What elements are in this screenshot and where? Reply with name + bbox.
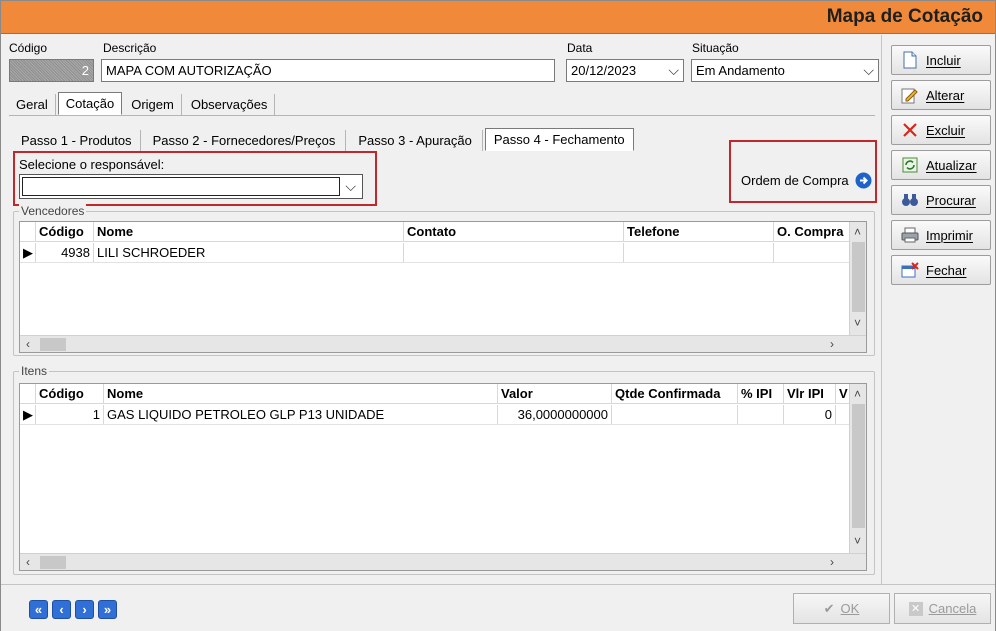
prev-record-button[interactable]: ‹ [52,600,71,619]
sidebar-divider [881,35,882,584]
delete-x-icon [900,121,920,139]
col-codigo[interactable]: Código [36,384,104,403]
chevron-up-icon[interactable]: ˄ [854,225,861,239]
chevron-right-icon: › [82,602,87,617]
next-record-button[interactable]: › [75,600,94,619]
situacao-select[interactable]: Em Andamento ⌵ [691,59,879,82]
descricao-label: Descrição [103,41,157,55]
responsavel-select[interactable]: ⌵ [19,174,363,199]
printer-icon [900,226,920,244]
refresh-icon [900,156,920,174]
table-row[interactable]: ▶ 4938 LILI SCHROEDER [20,243,850,263]
responsavel-label: Selecione o responsável: [19,157,165,172]
tab-passo-3[interactable]: Passo 3 - Apuração [348,130,483,151]
chevron-down-icon: ⌵ [668,62,679,78]
ordem-compra-button[interactable]: Ordem de Compra [741,172,872,189]
vencedores-hscroll[interactable]: ‹ › [20,335,866,352]
check-icon: ✔ [823,600,835,616]
col-vlr-ipi[interactable]: Vlr IPI [784,384,836,403]
step-tabs: Passo 1 - Produtos Passo 2 - Fornecedore… [13,128,636,151]
alterar-button[interactable]: Alterar [891,80,991,110]
data-label: Data [567,41,593,55]
tab-passo-1[interactable]: Passo 1 - Produtos [13,130,141,151]
chevron-down-icon[interactable]: ˅ [854,316,861,330]
chevron-right-icon[interactable]: › [830,555,834,569]
col-nome[interactable]: Nome [94,222,404,241]
row-indicator-icon: ▶ [20,405,36,424]
data-field[interactable]: 20/12/2023 ⌵ [566,59,684,82]
window-title: Mapa de Cotação [826,6,983,27]
responsavel-focus-box [22,177,340,196]
chevron-down-icon: ⌵ [345,178,356,194]
itens-vscroll[interactable]: ˄ ˅ [849,384,866,553]
new-document-icon [900,51,920,69]
situacao-label: Situação [692,41,739,55]
double-chevron-right-icon: » [103,602,112,617]
title-bar: Mapa de Cotação [1,1,995,34]
first-record-button[interactable]: « [29,600,48,619]
vencedores-header: Código Nome Contato Telefone O. Compra [20,222,850,242]
tab-passo-2[interactable]: Passo 2 - Fornecedores/Preços [143,130,347,151]
mapa-cotacao-window: Mapa de Cotação Código 2 Descrição MAPA … [0,0,996,631]
ok-button[interactable]: ✔ OK [793,593,890,624]
col-qtde[interactable]: Qtde Confirmada [612,384,738,403]
cancel-icon: ✕ [908,601,923,616]
cancela-button[interactable]: ✕ Cancela [894,593,991,624]
incluir-button[interactable]: Incluir [891,45,991,75]
col-telefone[interactable]: Telefone [624,222,774,241]
fechar-button[interactable]: Fechar [891,255,991,285]
main-tabs: Geral Cotação Origem Observações [9,92,277,115]
tab-geral[interactable]: Geral [9,94,56,115]
chevron-down-icon: ⌵ [863,62,874,78]
codigo-field[interactable]: 2 [9,59,94,82]
vencedores-vscroll[interactable]: ˄ ˅ [849,222,866,335]
itens-title: Itens [19,364,50,378]
vencedores-title: Vencedores [19,204,87,218]
chevron-left-icon[interactable]: ‹ [26,555,30,569]
codigo-label: Código [9,41,48,55]
col-codigo[interactable]: Código [36,222,94,241]
procurar-button[interactable]: Procurar [891,185,991,215]
close-window-icon [900,261,920,279]
last-record-button[interactable]: » [98,600,117,619]
edit-pencil-icon [900,86,920,104]
excluir-button[interactable]: Excluir [891,115,991,145]
col-ocompra[interactable]: O. Compra [774,222,850,241]
chevron-up-icon[interactable]: ˄ [854,387,861,401]
col-v[interactable]: V [836,384,850,403]
double-chevron-left-icon: « [34,602,43,617]
binoculars-icon [900,191,920,209]
chevron-down-icon[interactable]: ˅ [854,534,861,548]
chevron-left-icon: ‹ [59,602,64,617]
col-valor[interactable]: Valor [498,384,612,403]
vencedores-grid[interactable]: Código Nome Contato Telefone O. Compra ▶… [19,221,867,353]
itens-grid[interactable]: Código Nome Valor Qtde Confirmada % IPI … [19,383,867,571]
imprimir-button[interactable]: Imprimir [891,220,991,250]
itens-hscroll[interactable]: ‹ › [20,553,866,570]
chevron-left-icon[interactable]: ‹ [26,337,30,351]
chevron-right-icon[interactable]: › [830,337,834,351]
tabs-divider [9,115,875,116]
tab-observacoes[interactable]: Observações [184,94,276,115]
arrow-right-circle-icon [855,172,872,189]
tab-cotacao[interactable]: Cotação [57,92,123,115]
col-contato[interactable]: Contato [404,222,624,241]
descricao-field[interactable]: MAPA COM AUTORIZAÇÃO [101,59,555,82]
tab-passo-4[interactable]: Passo 4 - Fechamento [484,128,634,151]
col-nome[interactable]: Nome [104,384,498,403]
col-ipi[interactable]: % IPI [738,384,784,403]
atualizar-button[interactable]: Atualizar [891,150,991,180]
row-indicator-icon: ▶ [20,243,36,262]
tab-origem[interactable]: Origem [124,94,182,115]
table-row[interactable]: ▶ 1 GAS LIQUIDO PETROLEO GLP P13 UNIDADE… [20,405,850,425]
bottom-bar: « ‹ › » ✔ OK ✕ Cancela [1,584,995,631]
itens-header: Código Nome Valor Qtde Confirmada % IPI … [20,384,850,404]
